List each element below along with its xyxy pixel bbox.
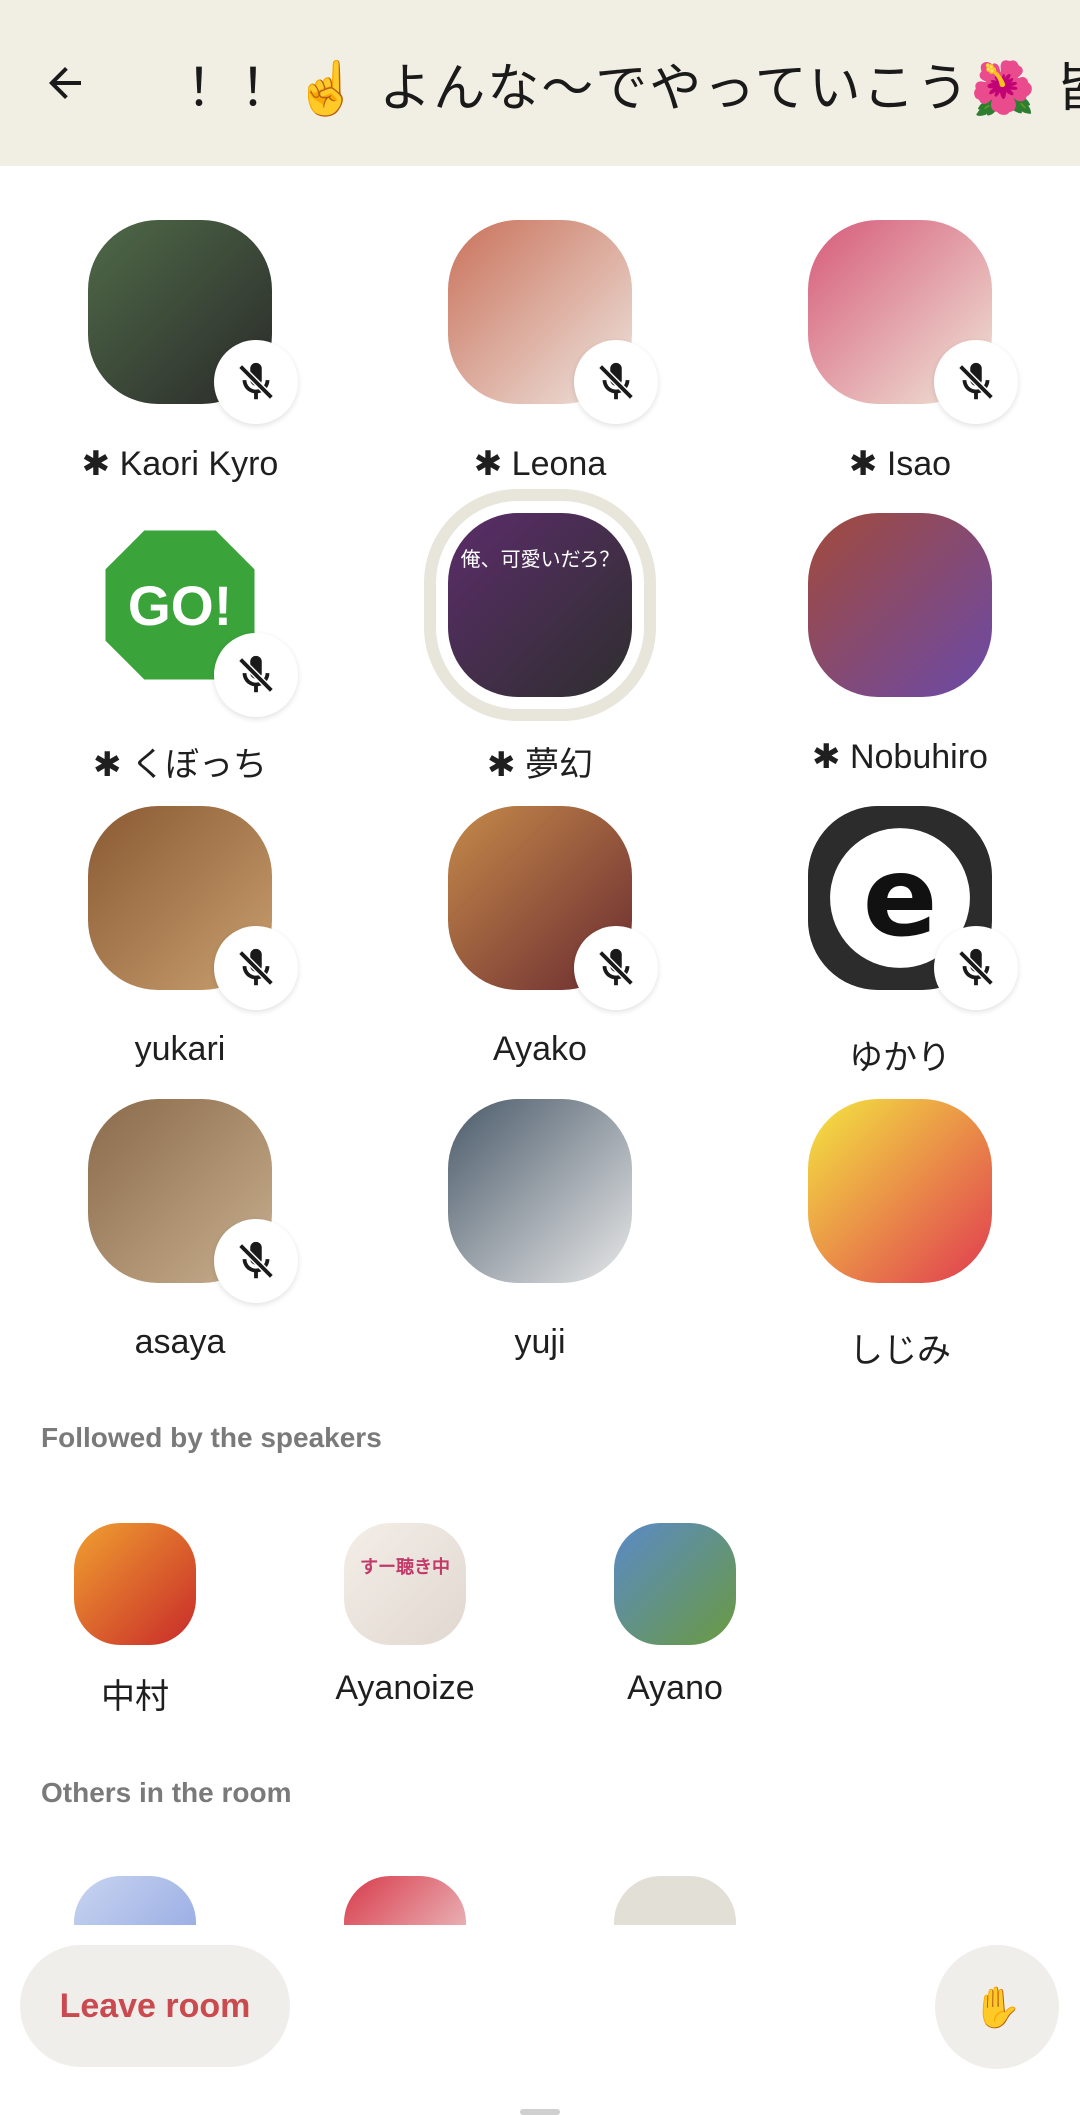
speaker-name: ✱ くぼっち: [93, 746, 267, 784]
speaker-tile[interactable]: yuji: [360, 1099, 720, 1369]
speaker-tile[interactable]: yukari: [0, 806, 360, 1076]
avatar-wrap: [448, 806, 658, 1010]
speaker-tile[interactable]: ✱ Nobuhiro: [720, 513, 1080, 783]
mute-badge: [934, 926, 1018, 1010]
speaker-tile[interactable]: ✱ Leona: [360, 220, 720, 490]
avatar-wrap: [448, 1099, 632, 1283]
avatar-wrap: [88, 1099, 298, 1303]
avatar-wrap: e: [808, 806, 1018, 1010]
followed-section-title: Followed by the speakers: [41, 1422, 382, 1453]
speaker-name: しじみ: [849, 1332, 951, 1370]
mic-off-icon: [238, 948, 274, 986]
bottom-bar: Leave room ✋: [0, 1925, 1080, 2115]
mute-badge: [574, 926, 658, 1010]
speaker-name: Ayako: [493, 1030, 587, 1068]
speaker-tile[interactable]: GO! ✱ くぼっち: [0, 513, 360, 784]
speaker-tile[interactable]: しじみ: [720, 1099, 1080, 1370]
speaker-name: yuji: [514, 1323, 566, 1361]
mute-badge: [214, 1219, 298, 1303]
sign-text: GO!: [128, 575, 232, 637]
speaker-name: yukari: [134, 1030, 226, 1068]
speaker-name: ✱ Nobuhiro: [812, 738, 988, 776]
raise-hand-button[interactable]: ✋: [935, 1945, 1059, 2069]
follower-name: Ayano: [627, 1669, 723, 1707]
speaker-name: ✱ Isao: [848, 445, 952, 483]
follower-tile[interactable]: Ayano: [565, 1523, 785, 1708]
speaker-tile[interactable]: asaya: [0, 1099, 360, 1369]
mic-off-icon: [598, 948, 634, 986]
follower-name: 中村: [101, 1678, 169, 1716]
avatar[interactable]: [614, 1523, 736, 1645]
speaker-tile[interactable]: ✱ Kaori Kyro: [0, 220, 360, 490]
avatar[interactable]: [808, 1099, 992, 1283]
avatar[interactable]: [74, 1523, 196, 1645]
speaker-name: ✱ Kaori Kyro: [81, 445, 279, 483]
mic-off-icon: [958, 948, 994, 986]
avatar[interactable]: すー聴き中: [344, 1523, 466, 1645]
avatar-wrap: [448, 220, 658, 424]
avatar-wrap: [88, 806, 298, 1010]
speaker-name: ✱ Leona: [473, 445, 607, 483]
avatar-wrap: 俺、可愛いだろ？: [448, 513, 632, 697]
speaker-tile[interactable]: ✱ Isao: [720, 220, 1080, 490]
speaker-tile[interactable]: Ayako: [360, 806, 720, 1076]
room-title: ！！☝️ よんな〜でやっていこう🌺 皆: [186, 58, 1080, 119]
mute-badge: [214, 633, 298, 717]
svg-text:e: e: [863, 834, 938, 962]
hand-icon: ✋: [972, 1984, 1022, 2031]
back-button[interactable]: [0, 0, 130, 166]
avatar-wrap: [808, 513, 992, 697]
avatar[interactable]: [448, 1099, 632, 1283]
mute-badge: [934, 340, 1018, 424]
avatar-caption: すー聴き中: [360, 1557, 450, 1578]
speaker-tile[interactable]: e ゆかり: [720, 806, 1080, 1077]
avatar-wrap: [808, 220, 1018, 424]
speaker-tile[interactable]: 俺、可愛いだろ？ ✱ 夢幻: [360, 513, 720, 784]
speaker-name: ✱ 夢幻: [487, 746, 593, 784]
mic-off-icon: [958, 362, 994, 400]
avatar-wrap: GO!: [88, 513, 298, 717]
avatar[interactable]: 俺、可愛いだろ？: [448, 513, 632, 697]
avatar-wrap: [88, 220, 298, 424]
mute-badge: [214, 340, 298, 424]
avatar-wrap: [808, 1099, 992, 1283]
leave-room-button[interactable]: Leave room: [20, 1945, 290, 2067]
mic-off-icon: [238, 655, 274, 693]
follower-tile[interactable]: すー聴き中 Ayanoize: [295, 1523, 515, 1708]
mic-off-icon: [238, 1241, 274, 1279]
mic-off-icon: [238, 362, 274, 400]
speaker-name: ゆかり: [849, 1039, 951, 1077]
speaker-name: asaya: [134, 1323, 226, 1361]
others-section-title: Others in the room: [41, 1777, 292, 1808]
avatar[interactable]: [808, 513, 992, 697]
mute-badge: [214, 926, 298, 1010]
home-indicator: [520, 2109, 560, 2115]
mic-off-icon: [598, 362, 634, 400]
mute-badge: [574, 340, 658, 424]
arrow-left-icon: [49, 67, 81, 99]
avatar-caption: 俺、可愛いだろ？: [460, 547, 620, 571]
follower-tile[interactable]: 中村: [25, 1523, 245, 1718]
follower-name: Ayanoize: [335, 1669, 475, 1707]
room-header: ！！☝️ よんな〜でやっていこう🌺 皆: [0, 0, 1080, 166]
